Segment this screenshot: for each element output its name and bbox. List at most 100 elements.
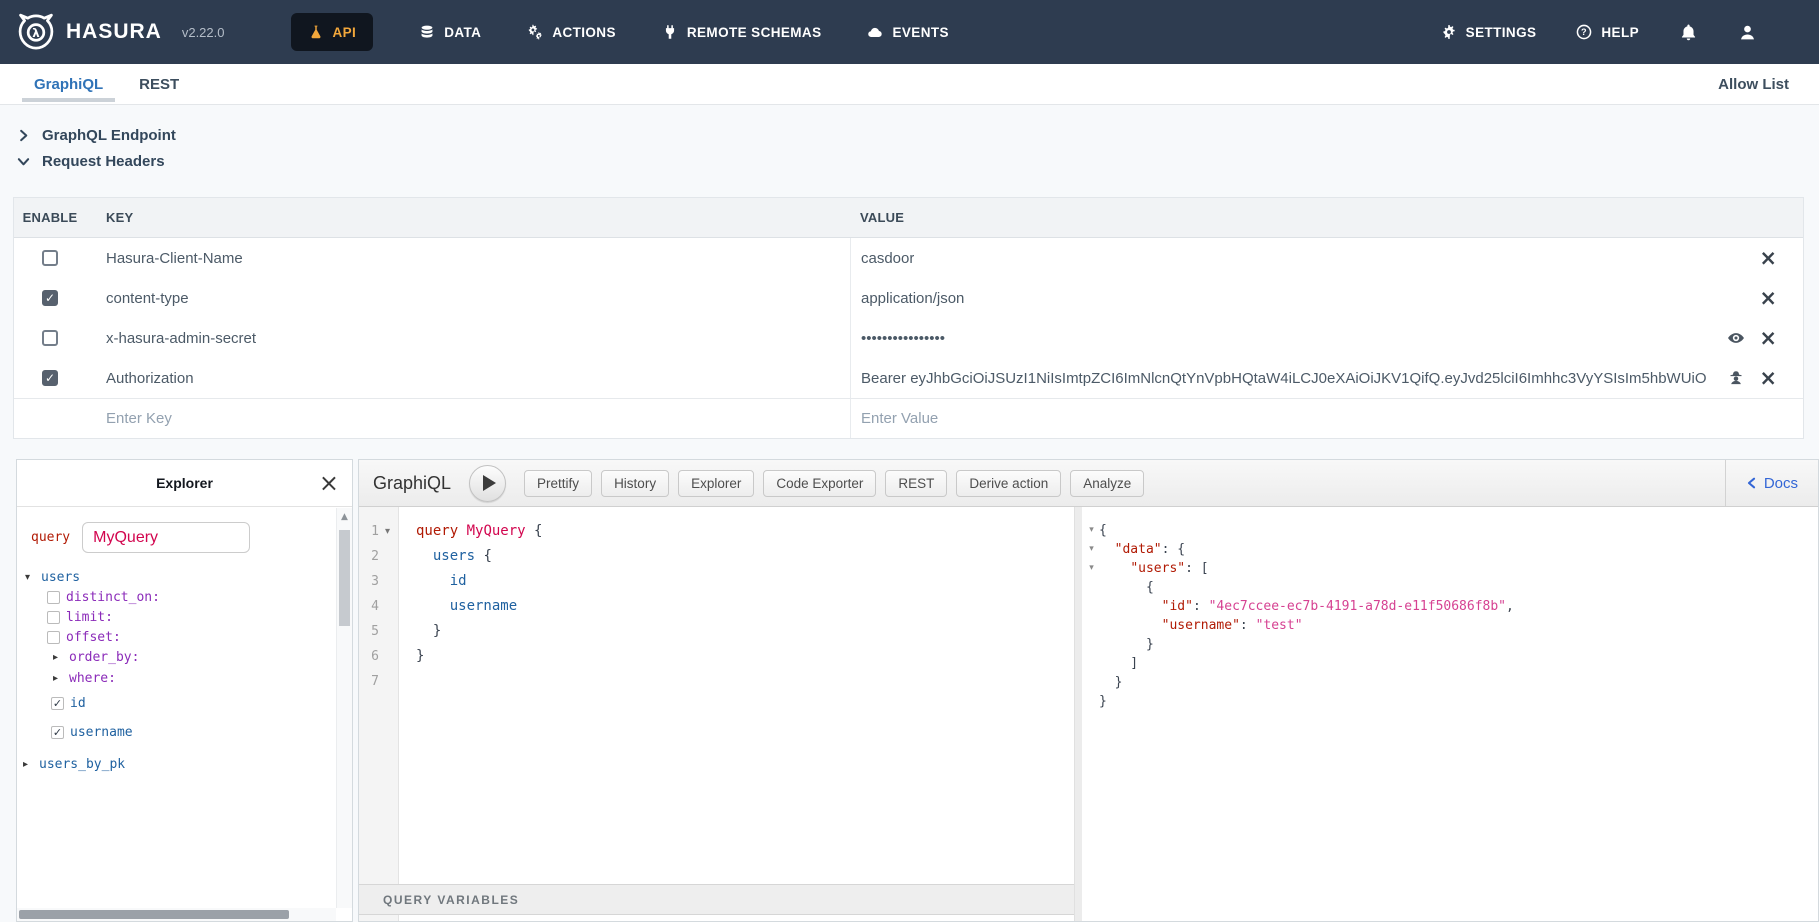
header-value-cell[interactable]: casdoor× — [850, 238, 1803, 278]
fold-icon — [1084, 692, 1099, 711]
graphql-endpoint-section[interactable]: GraphQL Endpoint — [17, 122, 176, 148]
database-icon — [419, 24, 435, 40]
fold-icon[interactable]: ▾ — [1084, 521, 1099, 540]
triangle-right-icon: ▸ — [53, 673, 63, 684]
cogs-icon — [527, 24, 543, 40]
header-key-cell[interactable]: x-hasura-admin-secret — [86, 330, 850, 347]
tree-item-users-by-pk[interactable]: ▸users_by_pk — [17, 754, 336, 774]
header-value-cell[interactable]: application/json× — [850, 278, 1803, 318]
fold-icon — [1084, 654, 1099, 673]
scrollbar-thumb[interactable] — [339, 530, 350, 626]
nav-item-actions[interactable]: ACTIONS — [527, 24, 616, 40]
arg-checkbox[interactable] — [47, 611, 60, 624]
execute-query-button[interactable] — [469, 465, 506, 502]
header-key-cell[interactable]: content-type — [86, 290, 850, 307]
tab-graphiql[interactable]: GraphiQL — [30, 64, 107, 104]
bell-icon[interactable] — [1679, 23, 1698, 42]
remove-header-button[interactable]: × — [1759, 328, 1777, 349]
hasura-brand[interactable]: λ HASURA v2.22.0 — [16, 12, 225, 52]
response-pane: ▾{▾ "data": {▾ "users": [ { "id": "4ec7c… — [1074, 507, 1818, 921]
close-icon[interactable]: × — [319, 471, 339, 495]
field-checkbox[interactable]: ✓ — [51, 726, 64, 739]
code-exporter-button[interactable]: Code Exporter — [763, 470, 876, 497]
fold-icon[interactable]: ▾ — [1084, 540, 1099, 559]
graphiql-title: GraphiQL — [373, 473, 451, 494]
user-icon[interactable] — [1738, 23, 1757, 42]
derive-action-button[interactable]: Derive action — [956, 470, 1061, 497]
tab-rest[interactable]: REST — [135, 64, 183, 104]
fold-icon[interactable]: ▾ — [379, 519, 396, 544]
scrollbar-thumb[interactable] — [19, 910, 289, 919]
explorer-button[interactable]: Explorer — [678, 470, 754, 497]
analyze-button[interactable]: Analyze — [1070, 470, 1144, 497]
query-editor[interactable]: 1▾234567 query MyQuery { users { id user… — [359, 507, 1074, 921]
question-icon: ? — [1576, 24, 1592, 40]
tree-item-where-[interactable]: ▸where: — [17, 668, 336, 689]
hasura-logo-icon: λ — [16, 12, 56, 52]
remove-header-button[interactable]: × — [1759, 248, 1777, 269]
header-key-cell[interactable]: Hasura-Client-Name — [86, 250, 850, 267]
query-name-row: query — [31, 522, 336, 553]
column-value: VALUE — [850, 198, 1803, 237]
plug-icon — [662, 24, 678, 40]
header-value-cell[interactable]: Bearer eyJhbGciOiJSUzI1NiIsImtpZCI6ImNlc… — [850, 358, 1803, 398]
explorer-title: Explorer — [156, 475, 213, 491]
nav-item-api[interactable]: API — [291, 13, 374, 51]
tree-item-limit-[interactable]: limit: — [17, 607, 336, 627]
header-enable-checkbox[interactable]: ✓ — [42, 290, 58, 306]
scroll-up-icon[interactable]: ▲ — [337, 508, 352, 522]
header-enable-checkbox[interactable] — [42, 330, 58, 346]
field-checkbox[interactable]: ✓ — [51, 697, 64, 710]
header-key-cell[interactable]: Authorization — [86, 370, 850, 387]
explorer-vertical-scrollbar[interactable]: ▲ — [336, 508, 352, 908]
main-nav: API DATA ACTIONS REMOTE SCHEMAS EVENTS — [291, 13, 949, 51]
response-line: ▾ "users": [ — [1084, 559, 1818, 578]
request-headers-section[interactable]: Request Headers — [17, 148, 176, 174]
remove-header-button[interactable]: × — [1759, 288, 1777, 309]
tree-item-users[interactable]: ▾users — [17, 567, 336, 587]
brand-name: HASURA — [66, 20, 162, 44]
tree-item-offset-[interactable]: offset: — [17, 627, 336, 647]
header-enable-checkbox[interactable]: ✓ — [42, 370, 58, 386]
new-header-key-input[interactable] — [106, 410, 813, 427]
fold-icon — [1084, 616, 1099, 635]
spy-icon[interactable] — [1727, 369, 1745, 387]
new-header-value-input[interactable] — [861, 410, 1756, 427]
fold-icon[interactable]: ▾ — [1084, 559, 1099, 578]
fold-icon — [379, 644, 396, 669]
tree-item-id[interactable]: ✓id — [17, 689, 336, 718]
explorer-horizontal-scrollbar[interactable] — [17, 908, 336, 921]
remove-header-button[interactable]: × — [1759, 368, 1777, 389]
response-json: ▾{▾ "data": {▾ "users": [ { "id": "4ec7c… — [1084, 521, 1818, 711]
query-name-input[interactable] — [82, 522, 250, 553]
nav-item-events[interactable]: EVENTS — [867, 24, 948, 40]
fold-icon — [1084, 635, 1099, 654]
tree-item-distinct-on-[interactable]: distinct_on: — [17, 587, 336, 607]
docs-link[interactable]: Docs — [1726, 475, 1818, 492]
tree-item-order-by-[interactable]: ▸order_by: — [17, 647, 336, 668]
nav-item-data[interactable]: DATA — [419, 24, 481, 40]
code-line: username — [416, 594, 1074, 619]
triangle-right-icon: ▸ — [53, 652, 63, 663]
tree-item-username[interactable]: ✓username — [17, 718, 336, 747]
nav-item-remote-schemas[interactable]: REMOTE SCHEMAS — [662, 24, 822, 40]
table-header-row: ENABLE KEY VALUE — [14, 198, 1803, 238]
api-subtabs: GraphiQL REST Allow List — [0, 64, 1819, 105]
fold-icon — [1084, 578, 1099, 597]
graphiql-toolbar: GraphiQL Prettify History Explorer Code Exp… — [359, 460, 1818, 507]
allow-list-link[interactable]: Allow List — [1718, 76, 1789, 93]
header-enable-checkbox[interactable] — [42, 250, 58, 266]
nav-item-settings[interactable]: SETTINGS — [1441, 24, 1537, 40]
nav-item-help[interactable]: ?HELP — [1576, 24, 1639, 40]
eye-icon[interactable] — [1727, 329, 1745, 347]
history-button[interactable]: History — [601, 470, 669, 497]
query-variables-bar[interactable]: QUERY VARIABLES — [359, 884, 1074, 915]
query-code[interactable]: query MyQuery { users { id username }} — [416, 519, 1074, 694]
fold-icon — [379, 544, 396, 569]
rest-button[interactable]: REST — [885, 470, 947, 497]
prettify-button[interactable]: Prettify — [524, 470, 592, 497]
header-value-cell[interactable]: ••••••••••••••••× — [850, 318, 1803, 358]
header-row: ✓ content-typeapplication/json× — [14, 278, 1803, 318]
arg-checkbox[interactable] — [47, 631, 60, 644]
arg-checkbox[interactable] — [47, 591, 60, 604]
